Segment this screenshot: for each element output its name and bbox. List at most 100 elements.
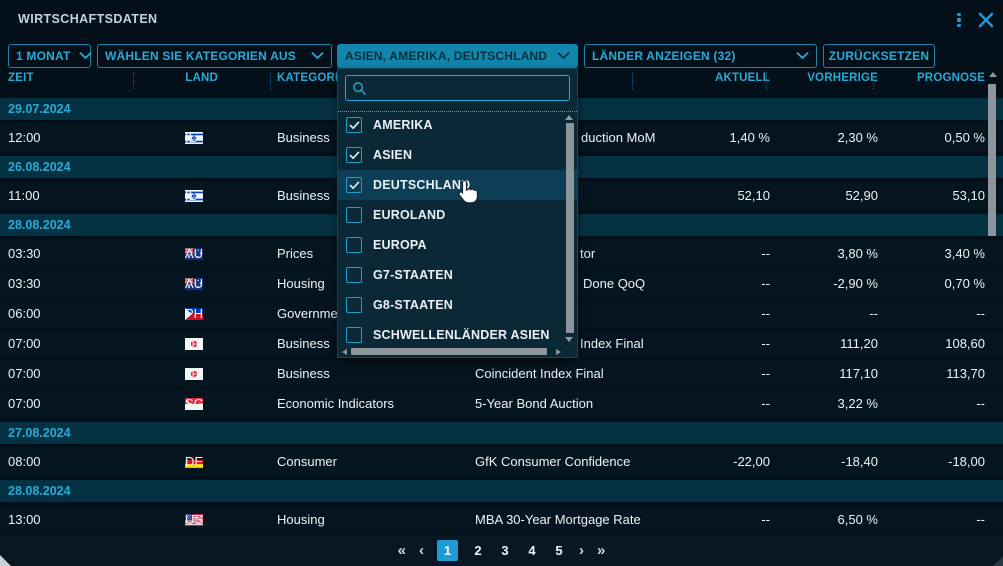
table-row[interactable]: 07:00SGEconomic Indicators5-Year Bond Au…	[0, 389, 1003, 418]
page-button-2[interactable]: 2	[471, 543, 485, 558]
previous-cell: 2,30 %	[770, 123, 878, 152]
first-page-button[interactable]: «	[398, 541, 406, 561]
forecast-cell: 0,50 %	[877, 123, 985, 152]
next-page-button[interactable]: ›	[579, 541, 584, 561]
date-label: 29.07.2024	[8, 102, 71, 116]
region-option-g8-staaten[interactable]: G8-STAATEN	[338, 290, 577, 320]
page-button-1[interactable]: 1	[437, 540, 458, 561]
previous-cell: --	[770, 299, 878, 328]
checkbox-checked-icon[interactable]	[346, 117, 362, 133]
actual-cell: -22,00	[640, 447, 770, 476]
resize-grip[interactable]	[0, 555, 11, 566]
option-label: ASIEN	[373, 148, 412, 162]
forecast-cell: --	[877, 389, 985, 418]
option-label: EUROLAND	[373, 208, 445, 222]
event-cell: Coincident Index Final	[475, 359, 665, 388]
country-cell: IL	[185, 181, 203, 210]
date-label: 28.08.2024	[8, 484, 71, 498]
checkbox-unchecked-icon[interactable]	[346, 297, 362, 313]
country-code: AU	[185, 239, 203, 268]
table-row[interactable]: 08:00DEConsumerGfK Consumer Confidence-2…	[0, 447, 1003, 476]
region-option-euroland[interactable]: EUROLAND	[338, 200, 577, 230]
country-code: JP	[185, 359, 200, 388]
actual-cell: --	[640, 389, 770, 418]
reset-button[interactable]: ZURÜCKSETZEN	[823, 44, 935, 68]
countries-dropdown[interactable]: LÄNDER ANZEIGEN (32)	[584, 44, 817, 68]
forecast-cell: 3,40 %	[877, 239, 985, 268]
forecast-cell: 108,60	[877, 329, 985, 358]
table-row[interactable]: 07:00JPBusinessCoincident Index Final--1…	[0, 359, 1003, 388]
checkbox-checked-icon[interactable]	[346, 147, 362, 163]
checkbox-unchecked-icon[interactable]	[346, 207, 362, 223]
page-button-3[interactable]: 3	[498, 543, 512, 558]
country-code: PH	[185, 299, 203, 328]
col-kategorie: KATEGORIE	[277, 72, 346, 84]
dropdown-search[interactable]	[345, 75, 570, 101]
dropdown-scroll-left-arrow[interactable]	[342, 349, 347, 355]
forecast-cell: --	[877, 299, 985, 328]
forecast-cell: --	[877, 505, 985, 534]
category-cell: Housing	[277, 505, 325, 534]
search-input[interactable]	[372, 80, 563, 96]
checkbox-unchecked-icon[interactable]	[346, 237, 362, 253]
dropdown-scroll-down-arrow[interactable]	[565, 337, 573, 342]
close-icon[interactable]	[977, 11, 995, 29]
date-label: 26.08.2024	[8, 160, 71, 174]
category-cell: Economic Indicators	[277, 389, 394, 418]
prev-page-button[interactable]: ‹	[419, 541, 424, 561]
dropdown-vertical-scrollbar[interactable]	[566, 123, 574, 333]
region-option-schwellenländer-asien[interactable]: SCHWELLENLÄNDER ASIEN	[338, 320, 577, 350]
previous-cell: 52,90	[770, 181, 878, 210]
actual-cell: --	[640, 359, 770, 388]
region-option-deutschland[interactable]: DEUTSCHLAND	[338, 170, 577, 200]
country-cell: IL	[185, 123, 203, 152]
chevron-down-icon	[557, 52, 570, 60]
option-label: AMERIKA	[373, 118, 433, 132]
country-cell: JP	[185, 359, 203, 388]
region-option-amerika[interactable]: AMERIKA	[338, 110, 577, 140]
category-cell: Consumer	[277, 447, 337, 476]
actual-cell: 52,10	[640, 181, 770, 210]
category-cell: Business	[277, 181, 330, 210]
actual-cell: --	[640, 269, 770, 298]
region-option-europa[interactable]: EUROPA	[338, 230, 577, 260]
previous-cell: 6,50 %	[770, 505, 878, 534]
table-scroll-up-arrow[interactable]	[989, 72, 997, 77]
checkbox-checked-icon[interactable]	[346, 177, 362, 193]
country-code: AU	[185, 269, 203, 298]
time-cell: 06:00	[8, 299, 41, 328]
country-code: US	[185, 505, 203, 534]
page-button-5[interactable]: 5	[552, 543, 566, 558]
search-icon	[352, 81, 367, 96]
region-option-asien[interactable]: ASIEN	[338, 140, 577, 170]
dropdown-scroll-up-arrow[interactable]	[565, 115, 573, 120]
category-cell: Business	[277, 329, 330, 358]
kebab-menu-icon[interactable]	[953, 11, 965, 29]
country-cell: SG	[185, 389, 203, 418]
actual-cell: 1,40 %	[640, 123, 770, 152]
dropdown-scroll-right-arrow[interactable]	[556, 349, 561, 355]
categories-dropdown[interactable]: WÄHLEN SIE KATEGORIEN AUS	[97, 44, 332, 68]
previous-cell: -2,90 %	[770, 269, 878, 298]
col-aktuell: AKTUELL	[640, 72, 770, 84]
checkbox-unchecked-icon[interactable]	[346, 327, 362, 343]
dropdown-horizontal-scrollbar[interactable]	[351, 348, 547, 355]
page-button-4[interactable]: 4	[525, 543, 539, 558]
actual-cell: --	[640, 505, 770, 534]
period-dropdown[interactable]: 1 MONAT	[8, 44, 91, 68]
last-page-button[interactable]: »	[597, 541, 605, 561]
forecast-cell: 53,10	[877, 181, 985, 210]
table-row[interactable]: 13:00USHousingMBA 30-Year Mortgage Rate-…	[0, 505, 1003, 534]
actual-cell: --	[640, 329, 770, 358]
checkbox-unchecked-icon[interactable]	[346, 267, 362, 283]
table-vertical-scrollbar[interactable]	[988, 84, 996, 236]
category-cell: Business	[277, 123, 330, 152]
previous-cell: 3,22 %	[770, 389, 878, 418]
resize-grip[interactable]	[993, 556, 1003, 566]
option-label: G7-STAATEN	[373, 268, 453, 282]
window-title: WIRTSCHAFTSDATEN	[18, 12, 158, 26]
country-cell: PH	[185, 299, 203, 328]
forecast-cell: -18,00	[877, 447, 985, 476]
regions-dropdown[interactable]: ASIEN, AMERIKA, DEUTSCHLAND	[337, 44, 578, 68]
region-option-g7-staaten[interactable]: G7-STAATEN	[338, 260, 577, 290]
